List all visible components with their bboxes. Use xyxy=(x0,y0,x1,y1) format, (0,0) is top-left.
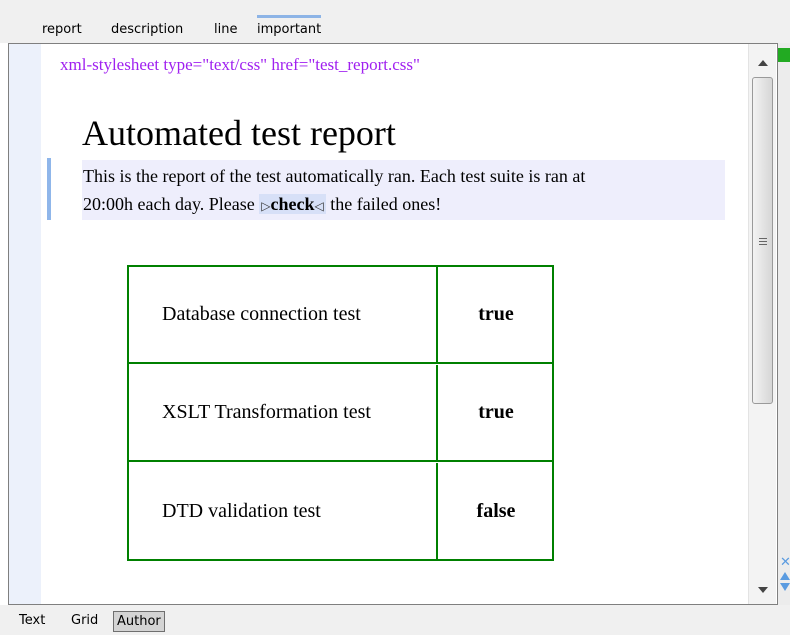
tab-author[interactable]: Author xyxy=(113,611,165,632)
table-row: DTD validation test false xyxy=(129,463,552,560)
description-line-1[interactable]: This is the report of the test automatic… xyxy=(83,162,725,190)
grip-icon xyxy=(759,238,767,245)
arrow-up-icon[interactable] xyxy=(758,60,768,66)
description-text-after[interactable]: the failed ones! xyxy=(330,194,441,214)
important-text[interactable]: check xyxy=(271,194,315,214)
test-name-cell[interactable]: XSLT Transformation test xyxy=(129,365,438,460)
breadcrumb-item-report[interactable]: report xyxy=(42,19,82,41)
start-tag-marker-icon[interactable]: ▷ xyxy=(261,199,270,213)
table-row: XSLT Transformation test true xyxy=(129,365,552,462)
results-table: Database connection test true XSLT Trans… xyxy=(127,265,554,561)
tab-grid[interactable]: Grid xyxy=(68,611,101,632)
tab-text[interactable]: Text xyxy=(16,611,48,632)
navigation-icon[interactable]: ✕ xyxy=(779,556,790,600)
test-result-cell[interactable]: false xyxy=(440,463,552,560)
next-icon[interactable] xyxy=(780,583,790,591)
close-icon[interactable]: ✕ xyxy=(780,556,790,569)
document-title[interactable]: Automated test report xyxy=(82,112,396,154)
end-tag-marker-icon[interactable]: ◁ xyxy=(315,199,324,213)
arrow-down-icon[interactable] xyxy=(758,587,768,593)
description-text-before[interactable]: 20:00h each day. Please xyxy=(83,194,255,214)
test-name-cell[interactable]: DTD validation test xyxy=(129,463,438,560)
overview-ruler xyxy=(778,43,790,605)
previous-icon[interactable] xyxy=(780,572,790,580)
breadcrumb-item-line[interactable]: line xyxy=(214,19,237,41)
important-element[interactable]: ▷check◁ xyxy=(259,194,326,214)
editor-gutter xyxy=(9,44,41,604)
breadcrumb-item-important[interactable]: important xyxy=(257,15,322,37)
processing-instruction[interactable]: xml-stylesheet type="text/css" href="tes… xyxy=(60,55,420,75)
vertical-scrollbar[interactable] xyxy=(748,44,776,604)
scrollbar-thumb[interactable] xyxy=(752,77,773,404)
current-paragraph-marker xyxy=(47,158,51,220)
editor-mode-bar: Text Grid Author xyxy=(0,605,790,635)
description-paragraph[interactable]: This is the report of the test automatic… xyxy=(82,160,725,220)
test-result-cell[interactable]: true xyxy=(440,267,552,362)
breadcrumb: report description line important xyxy=(0,0,790,43)
description-line-2[interactable]: 20:00h each day. Please ▷check◁ the fail… xyxy=(83,190,725,220)
breadcrumb-item-description[interactable]: description xyxy=(111,19,183,41)
status-ok-icon xyxy=(778,48,790,62)
test-result-cell[interactable]: true xyxy=(440,365,552,460)
table-row: Database connection test true xyxy=(129,267,552,364)
test-name-cell[interactable]: Database connection test xyxy=(129,267,438,362)
